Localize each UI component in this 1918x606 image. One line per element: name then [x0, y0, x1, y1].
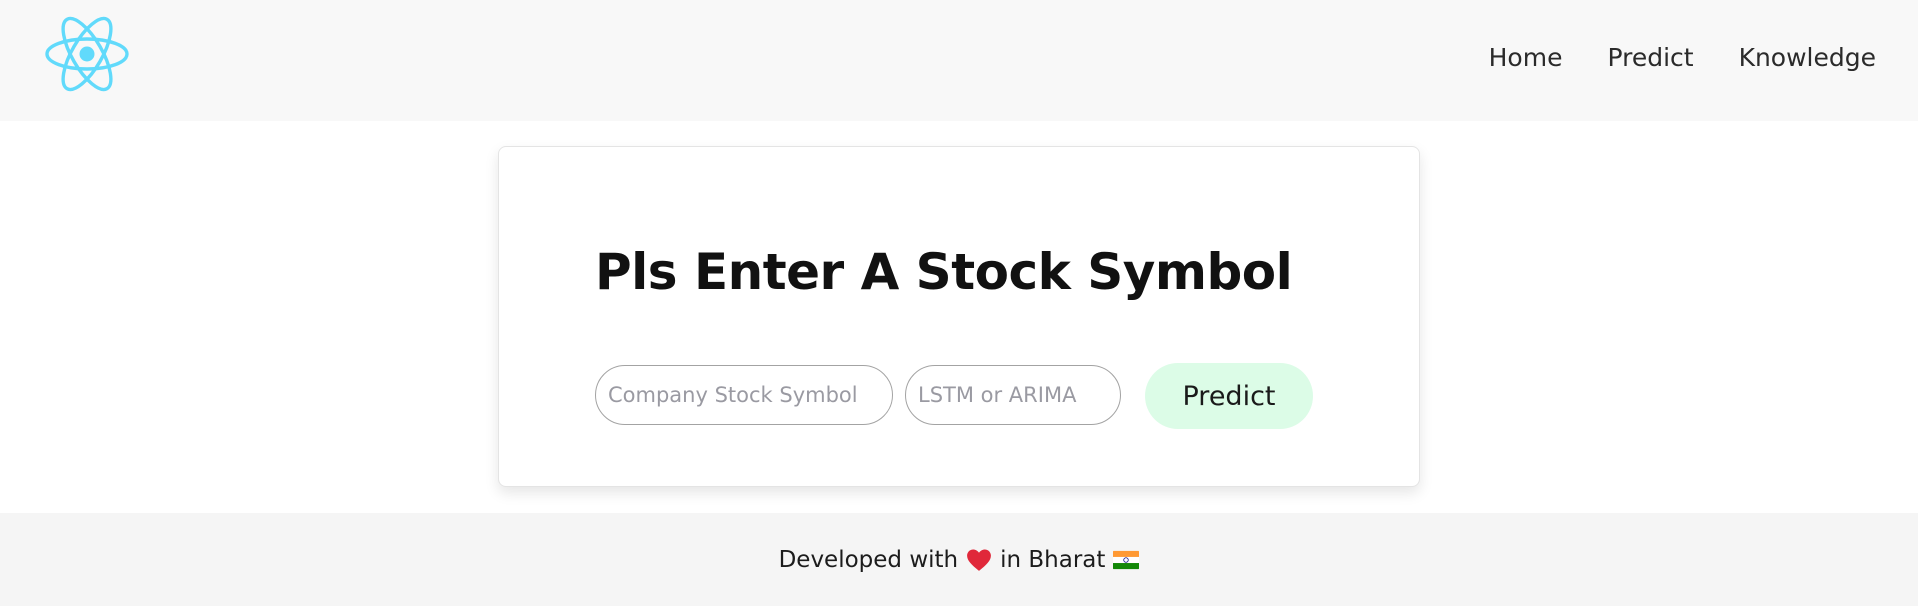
nav-link-knowledge[interactable]: Knowledge — [1739, 43, 1876, 72]
footer-prefix: Developed with — [778, 546, 959, 573]
react-atom-icon[interactable] — [44, 14, 130, 94]
page-title: Pls Enter A Stock Symbol — [595, 243, 1293, 301]
stock-symbol-input[interactable] — [595, 365, 893, 425]
predict-button[interactable]: Predict — [1145, 363, 1313, 429]
red-heart-icon — [967, 548, 992, 571]
nav-links: Home Predict Knowledge — [1489, 0, 1876, 114]
navbar: Home Predict Knowledge — [0, 0, 1918, 121]
model-input[interactable] — [905, 365, 1121, 425]
prediction-card: Pls Enter A Stock Symbol Predict — [498, 146, 1420, 487]
nav-link-home[interactable]: Home — [1489, 43, 1563, 72]
footer: Developed with in Bharat — [0, 513, 1918, 606]
india-flag-icon — [1113, 550, 1140, 569]
footer-suffix: in Bharat — [1000, 546, 1106, 573]
nav-link-predict[interactable]: Predict — [1607, 43, 1693, 72]
